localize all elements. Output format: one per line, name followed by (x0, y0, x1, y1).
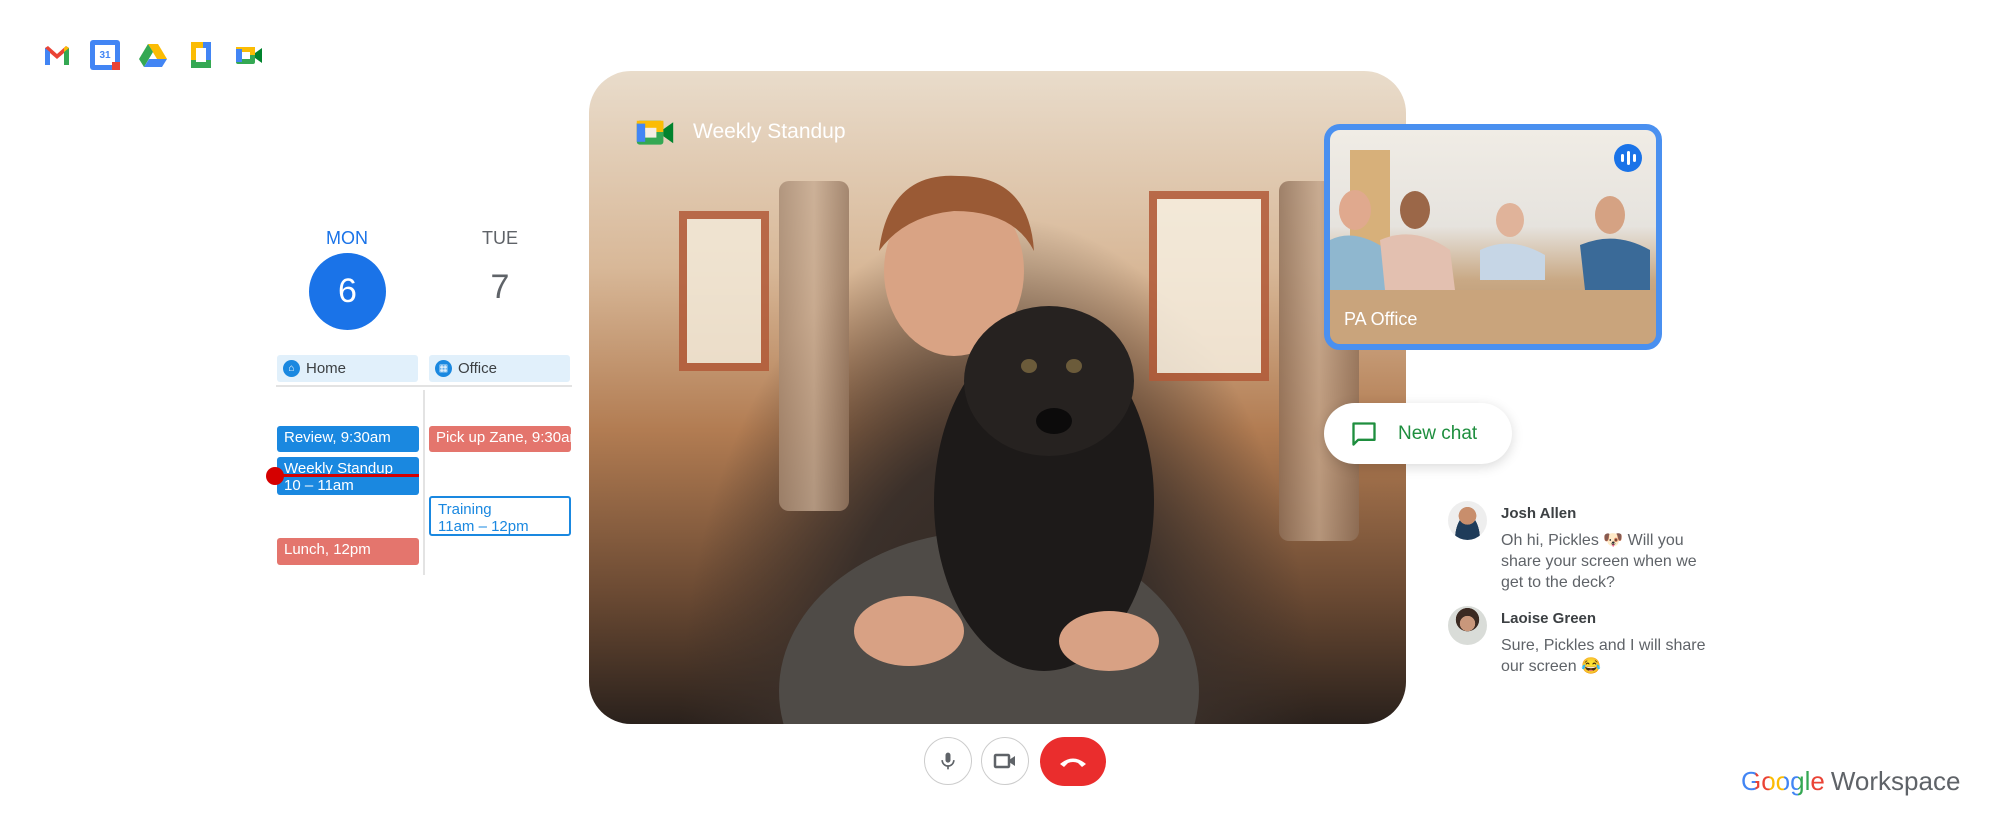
main-video-feed: Weekly Standup (589, 71, 1406, 724)
day-name-tue: TUE (482, 228, 518, 248)
meeting-title: Weekly Standup (693, 120, 846, 143)
event-pick-up-zane[interactable]: Pick up Zane, 9:30am (429, 426, 571, 452)
day-number-tue[interactable]: 7 (450, 268, 550, 307)
event-lunch[interactable]: Lunch, 12pm (277, 538, 419, 565)
event-review[interactable]: Review, 9:30am (277, 426, 419, 452)
location-label: Home (306, 360, 347, 377)
home-icon: ⌂ (283, 360, 300, 377)
end-call-button[interactable] (1040, 737, 1106, 786)
workspace-wordmark: Workspace (1830, 766, 1961, 796)
event-title: Review, 9:30am (284, 429, 391, 446)
chat-icon (1352, 421, 1376, 446)
current-time-dot (266, 467, 284, 485)
message-text: Sure, Pickles and I will share our scree… (1501, 637, 1706, 675)
location-chip-office[interactable]: ▦ Office (429, 355, 570, 382)
location-label: Office (458, 360, 497, 377)
message-author: Josh Allen (1501, 505, 1577, 522)
pip-label: PA Office (1344, 309, 1418, 329)
message-text: Oh hi, Pickles 🐶 Will you share your scr… (1501, 532, 1697, 591)
event-time: 10 – 11am (284, 477, 354, 494)
gmail-icon (45, 46, 69, 65)
meet-logo-icon (636, 120, 674, 145)
new-chat-button[interactable]: New chat (1324, 403, 1512, 464)
avatar (1448, 501, 1487, 540)
meeting-header: Weekly Standup (631, 111, 846, 153)
avatar (1448, 606, 1487, 645)
microphone-icon (941, 752, 955, 770)
new-chat-label: New chat (1398, 422, 1478, 444)
divider (276, 385, 572, 387)
current-time-line (275, 474, 419, 477)
event-time: 11am – 12pm (438, 518, 529, 535)
camera-icon (993, 753, 1015, 769)
docs-icon (191, 42, 211, 68)
building-icon: ▦ (435, 360, 452, 377)
calendar-icon: 31 (90, 40, 120, 70)
google-wordmark: Google (1741, 766, 1825, 796)
camera-button[interactable] (981, 737, 1029, 785)
chat-message: Josh Allen Oh hi, Pickles 🐶 Will you sha… (1448, 501, 1721, 593)
speaking-indicator-icon (1614, 144, 1642, 172)
event-title: Lunch, 12pm (284, 541, 371, 558)
location-chip-home[interactable]: ⌂ Home (277, 355, 418, 382)
pip-video-pa-office[interactable]: PA Office (1324, 124, 1662, 350)
day-name-mon: MON (326, 228, 368, 248)
google-workspace-logo: Google Workspace (1741, 766, 1960, 797)
end-call-icon (1060, 758, 1086, 767)
event-training[interactable]: Training 11am – 12pm (429, 496, 571, 536)
day-number-mon-selected[interactable]: 6 (309, 253, 386, 330)
chat-message: Laoise Green Sure, Pickles and I will sh… (1448, 606, 1721, 677)
meet-icon (236, 47, 262, 64)
drive-icon (139, 44, 167, 67)
mic-button[interactable] (924, 737, 972, 785)
event-title: Pick up Zane, 9:30am (436, 429, 571, 446)
message-author: Laoise Green (1501, 610, 1597, 627)
divider (423, 390, 425, 575)
background-window (679, 211, 769, 371)
workspace-app-icons: 31 (42, 40, 264, 70)
event-title: Training (438, 501, 492, 518)
participant-with-dog (779, 175, 1199, 724)
